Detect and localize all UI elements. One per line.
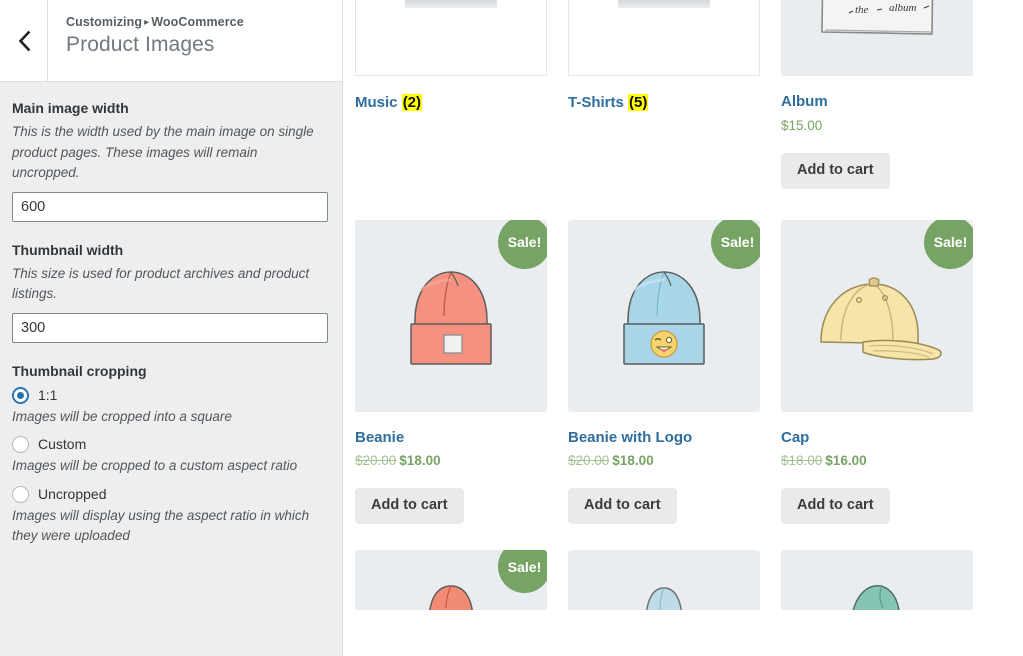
product-price-cap: $18.00$16.00 — [781, 451, 973, 471]
customizer-sidebar: Customizing▸WooCommerce Product Images M… — [0, 0, 343, 656]
back-button[interactable] — [0, 0, 48, 81]
teal-item-icon — [781, 550, 973, 610]
price-sale: $16.00 — [825, 453, 866, 468]
radio-button-uncropped[interactable] — [12, 486, 29, 503]
product-image-beanie[interactable]: Sale! — [355, 220, 547, 412]
category-thumbnail-music[interactable] — [355, 0, 547, 76]
add-to-cart-button-beanie[interactable]: Add to cart — [355, 488, 464, 524]
preview-content: Music (2) T-Shirts (5) the — [343, 0, 1023, 610]
product-price-album: $15.00 — [781, 116, 973, 136]
svg-text:album: album — [889, 2, 917, 14]
radio-button-custom[interactable] — [12, 436, 29, 453]
product-card-cap: Sale! Cap $18.00$16.00 Add to cart — [781, 220, 973, 525]
radio-option-1-1[interactable]: 1:1 — [12, 385, 328, 406]
sale-badge-beanie-with-logo: Sale! — [711, 220, 760, 269]
category-title-music[interactable]: Music (2) — [355, 93, 547, 113]
price-current: $15.00 — [781, 118, 822, 133]
product-title-beanie-with-logo[interactable]: Beanie with Logo — [568, 428, 760, 448]
product-image-album[interactable]: the album — [781, 0, 973, 76]
sale-badge-beanie: Sale! — [498, 220, 547, 269]
product-card-row3-1: Sale! — [355, 550, 547, 610]
main-image-width-label: Main image width — [12, 98, 328, 119]
breadcrumb-parent: Customizing — [66, 15, 142, 29]
control-main-image-width: Main image width This is the width used … — [12, 98, 328, 236]
control-thumbnail-width: Thumbnail width This size is used for pr… — [12, 240, 328, 357]
product-card-album: the album Album $15.00 Add to cart — [781, 0, 973, 189]
category-title-tshirts[interactable]: T-Shirts (5) — [568, 93, 760, 113]
svg-text:the: the — [855, 4, 869, 16]
radio-option-uncropped[interactable]: Uncropped — [12, 484, 328, 505]
product-image-beanie-with-logo[interactable]: Sale! — [568, 220, 760, 412]
product-card-row3-3 — [781, 550, 973, 610]
product-image-row3-3[interactable] — [781, 550, 973, 610]
product-card-beanie-with-logo: Sale! Beanie with Logo $20.00$18.00 Add … — [568, 220, 760, 525]
radio-label-uncropped: Uncropped — [38, 484, 107, 505]
category-count-badge: (2) — [402, 94, 422, 111]
product-grid-row-1: Music (2) T-Shirts (5) the — [355, 0, 1001, 189]
row-spacer — [355, 189, 1001, 220]
product-image-row3-2[interactable] — [568, 550, 760, 610]
product-image-row3-1[interactable]: Sale! — [355, 550, 547, 610]
product-image-cap[interactable]: Sale! — [781, 220, 973, 412]
category-card-tshirts: T-Shirts (5) — [568, 0, 760, 189]
main-image-width-input[interactable] — [12, 192, 328, 222]
product-title-cap[interactable]: Cap — [781, 428, 973, 448]
breadcrumb-separator-icon: ▸ — [142, 17, 151, 28]
price-sale: $18.00 — [612, 453, 653, 468]
category-count-badge: (5) — [628, 94, 648, 111]
product-title-beanie[interactable]: Beanie — [355, 428, 547, 448]
add-to-cart-button-beanie-with-logo[interactable]: Add to cart — [568, 488, 677, 524]
category-card-music: Music (2) — [355, 0, 547, 189]
thumbnail-cropping-label: Thumbnail cropping — [12, 361, 328, 382]
category-thumbnail-tshirts[interactable] — [568, 0, 760, 76]
radio-label-1-1: 1:1 — [38, 385, 57, 406]
album-cover-sketch-icon: the album — [781, 0, 973, 76]
radio-button-1-1[interactable] — [12, 387, 29, 404]
chevron-left-icon — [17, 30, 31, 52]
panel-header: Customizing▸WooCommerce Product Images — [0, 0, 342, 82]
panel-title-group: Customizing▸WooCommerce Product Images — [48, 0, 342, 81]
control-thumbnail-cropping: Thumbnail cropping 1:1 Images will be cr… — [12, 361, 328, 547]
placeholder-image-icon — [618, 0, 710, 8]
site-preview: Music (2) T-Shirts (5) the — [343, 0, 1023, 656]
radio-description-uncropped: Images will display using the aspect rat… — [12, 506, 328, 547]
product-price-beanie-with-logo: $20.00$18.00 — [568, 451, 760, 471]
price-original: $18.00 — [781, 453, 822, 468]
product-price-beanie: $20.00$18.00 — [355, 451, 547, 471]
price-original: $20.00 — [355, 453, 396, 468]
breadcrumb: Customizing▸WooCommerce — [66, 14, 342, 30]
product-card-row3-2 — [568, 550, 760, 610]
category-name-text: Music — [355, 94, 398, 111]
light-blue-item-icon — [568, 550, 760, 610]
thumbnail-width-input[interactable] — [12, 313, 328, 343]
add-to-cart-button-album[interactable]: Add to cart — [781, 153, 890, 189]
row-spacer — [355, 524, 1001, 550]
radio-description-1-1: Images will be cropped into a square — [12, 407, 328, 428]
category-name-text: T-Shirts — [568, 94, 624, 111]
thumbnail-width-label: Thumbnail width — [12, 240, 328, 261]
price-sale: $18.00 — [399, 453, 440, 468]
product-title-album[interactable]: Album — [781, 92, 973, 112]
price-original: $20.00 — [568, 453, 609, 468]
product-grid-row-3: Sale! — [355, 550, 1001, 610]
product-grid-row-2: Sale! Beanie $20.00$18.00 Add to cart — [355, 220, 1001, 525]
thumbnail-width-description: This size is used for product archives a… — [12, 264, 328, 305]
radio-description-custom: Images will be cropped to a custom aspec… — [12, 456, 328, 477]
sidebar-controls: Main image width This is the width used … — [0, 82, 342, 656]
placeholder-image-icon — [405, 0, 497, 8]
radio-label-custom: Custom — [38, 434, 86, 455]
sale-badge-cap: Sale! — [924, 220, 973, 269]
add-to-cart-button-cap[interactable]: Add to cart — [781, 488, 890, 524]
product-card-beanie: Sale! Beanie $20.00$18.00 Add to cart — [355, 220, 547, 525]
main-image-width-description: This is the width used by the main image… — [12, 122, 328, 184]
page-title: Product Images — [66, 31, 342, 59]
thumbnail-cropping-radio-group: 1:1 Images will be cropped into a square… — [12, 385, 328, 547]
customizer-window: Customizing▸WooCommerce Product Images M… — [0, 0, 1023, 656]
breadcrumb-current: WooCommerce — [151, 15, 244, 29]
radio-option-custom[interactable]: Custom — [12, 434, 328, 455]
